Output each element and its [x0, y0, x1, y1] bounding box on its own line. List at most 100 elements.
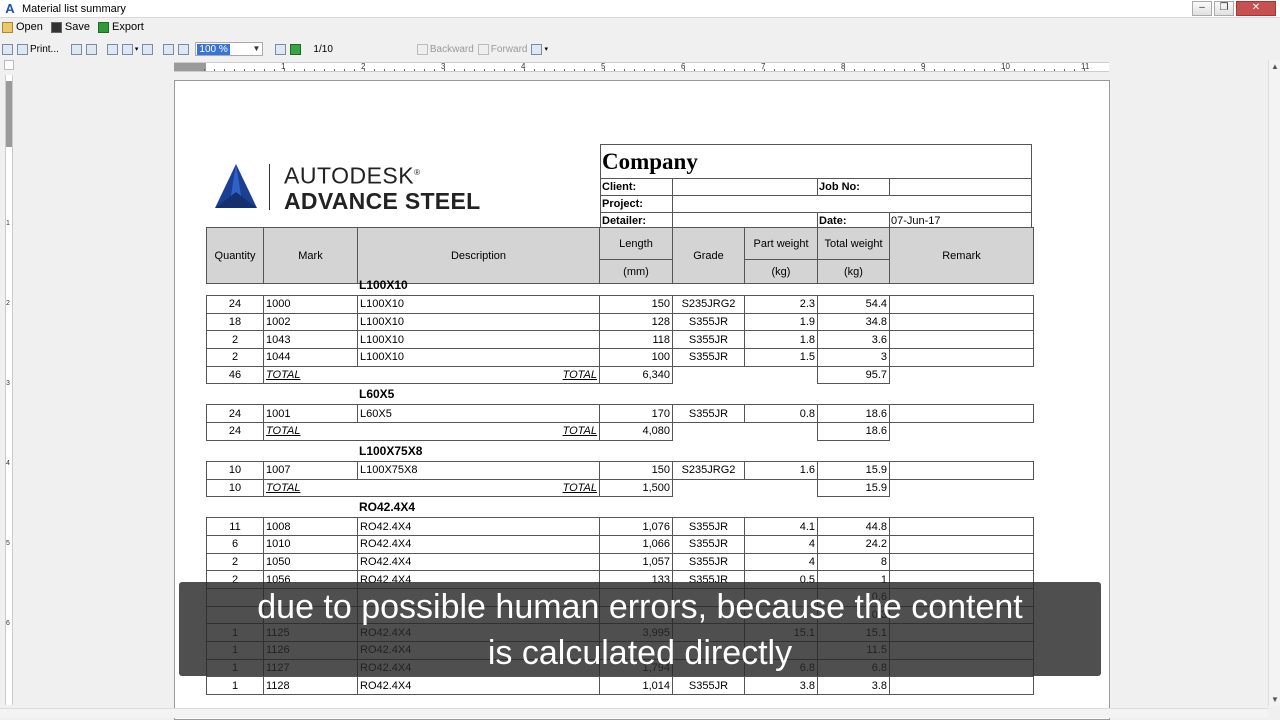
table-row: 6 1010 RO42.4X4 1,066 S355JR 4 24.2	[206, 534, 1034, 554]
forward-button[interactable]: Forward	[477, 43, 527, 55]
copy-button[interactable]	[70, 43, 82, 55]
backward-button[interactable]: Backward	[416, 43, 474, 55]
cell-description: RO42.4X4	[357, 676, 600, 696]
company-name: Company	[600, 144, 1032, 179]
ruler-tick	[1024, 69, 1025, 71]
single-page-icon	[106, 43, 118, 55]
cell-total-weight: 44.8	[817, 517, 890, 536]
total-empty	[744, 478, 818, 497]
zoom-in-button[interactable]	[178, 43, 190, 55]
single-page-button[interactable]	[106, 43, 118, 55]
zoom-in-icon	[178, 43, 190, 55]
first-page-button[interactable]	[275, 43, 287, 55]
cell-total-weight: 3.6	[817, 330, 890, 350]
total-label-right: TOTAL	[357, 478, 600, 498]
multi-page-button[interactable]: ▾	[121, 43, 138, 55]
tools-button[interactable]: ▾	[531, 43, 548, 55]
ruler-tick	[934, 69, 935, 71]
save-button[interactable]: Save	[50, 21, 90, 33]
ruler-number: 3	[6, 380, 10, 387]
ruler-tick	[714, 69, 715, 71]
cell-remark	[889, 312, 1034, 332]
cell-description: L100X10	[357, 330, 600, 350]
cell-description: RO42.4X4	[357, 534, 600, 554]
col-total-weight: Total weight	[817, 227, 890, 260]
ruler-tick	[874, 69, 875, 71]
ruler-tick	[984, 69, 985, 71]
zoom-select[interactable]: 100 % ▼	[195, 42, 264, 56]
cell-quantity: 10	[206, 460, 264, 480]
cell-description: RO42.4X4	[357, 517, 600, 536]
cell-mark: 1002	[263, 312, 358, 332]
ruler-tick	[264, 69, 265, 71]
ruler-tick	[674, 69, 675, 71]
total-length: 4,080	[599, 422, 673, 441]
printer-icon	[17, 43, 28, 55]
ruler-tick	[474, 69, 475, 71]
cell-mark: 1007	[263, 460, 358, 480]
total-label: TOTAL	[263, 422, 358, 441]
minimize-button[interactable]: –	[1192, 1, 1212, 16]
cell-description: RO42.4X4	[357, 552, 600, 572]
close-button[interactable]: ✕	[1236, 1, 1276, 16]
ruler-tick	[894, 69, 895, 71]
vertical-scrollbar[interactable]: ▲ ▼	[1268, 60, 1280, 706]
maximize-button[interactable]: ❐	[1214, 1, 1234, 16]
ruler-tick	[814, 69, 815, 71]
backward-label: Backward	[429, 43, 474, 55]
export-button[interactable]: Export	[98, 21, 144, 33]
ruler-tick	[834, 69, 835, 71]
ruler-number: 1	[281, 62, 286, 71]
cell-length: 100	[599, 348, 673, 367]
open-button[interactable]: Open	[2, 21, 43, 33]
cell-grade: S355JR	[672, 330, 745, 350]
forward-icon	[477, 43, 489, 55]
cell-mark: 1000	[263, 295, 358, 314]
ruler-tick	[914, 69, 915, 71]
total-empty	[672, 422, 745, 441]
cell-length: 1,066	[599, 534, 673, 554]
scroll-down-icon[interactable]: ▼	[1271, 695, 1279, 704]
page-setup-button[interactable]	[2, 43, 13, 55]
next-page-button[interactable]	[290, 43, 302, 55]
total-row: 10 TOTAL TOTAL 1,500 15.9	[206, 478, 1034, 498]
print-button[interactable]: Print...	[17, 43, 59, 55]
total-label: TOTAL	[263, 478, 358, 498]
table-row: 2 1044 L100X10 100 S355JR 1.5 3	[206, 348, 1034, 367]
scroll-up-icon[interactable]: ▲	[1271, 62, 1279, 71]
cell-remark	[889, 330, 1034, 350]
ruler-tick	[414, 69, 415, 71]
ruler-number: 11	[1081, 62, 1090, 71]
horizontal-scrollbar[interactable]	[0, 708, 1268, 718]
ruler-number: 7	[761, 62, 766, 71]
ruler-tick	[954, 69, 955, 71]
window-title: Material list summary	[22, 2, 126, 15]
ruler-tick	[564, 69, 565, 71]
cell-total-weight: 34.8	[817, 312, 890, 332]
cell-description: L100X75X8	[357, 460, 600, 480]
cell-length: 128	[599, 312, 673, 332]
toolbar: Print... ▾ 100 % ▼ 1/10 Backward Forward …	[0, 40, 1280, 58]
find-button[interactable]	[85, 43, 97, 55]
section-title: L100X75X8	[359, 443, 423, 458]
cell-total-weight: 3	[817, 348, 890, 367]
cell-length: 1,076	[599, 517, 673, 536]
cell-grade: S355JR	[672, 517, 745, 536]
total-quantity: 10	[206, 478, 264, 498]
zoom-out-button[interactable]	[163, 43, 175, 55]
ruler-tick	[334, 69, 335, 71]
logo-line2: ADVANCE STEEL	[284, 187, 481, 214]
ruler-tick	[624, 69, 625, 71]
ruler-tick	[704, 69, 705, 71]
caption-line2: is calculated directly	[487, 634, 793, 672]
ruler-corner	[4, 60, 14, 70]
cell-part-weight: 1.9	[744, 312, 818, 332]
cell-description: L100X10	[357, 295, 600, 314]
binoculars-icon	[85, 43, 97, 55]
total-empty	[890, 423, 1034, 441]
ruler-tick	[294, 69, 295, 71]
ruler-tick	[544, 69, 545, 71]
project-label: Project:	[600, 195, 673, 213]
fit-page-button[interactable]	[142, 43, 154, 55]
ruler-tick	[464, 69, 465, 71]
